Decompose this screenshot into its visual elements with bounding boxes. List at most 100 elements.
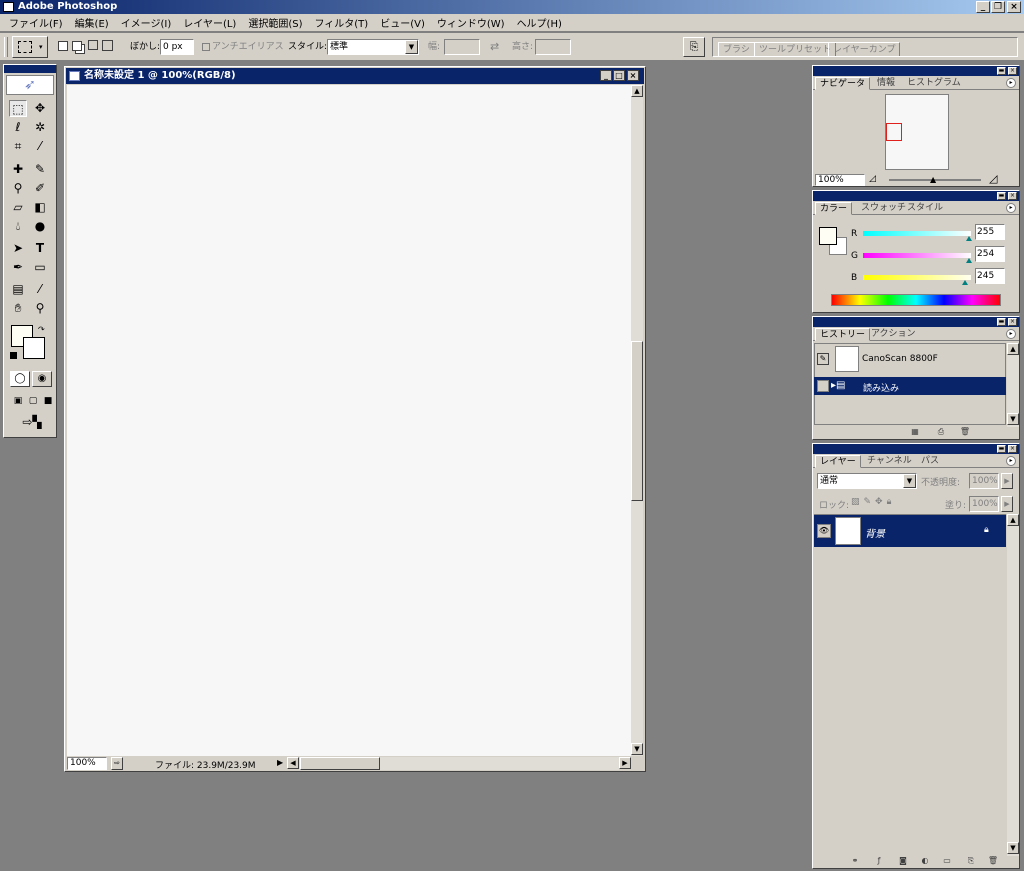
slice-tool-icon[interactable]: ⁄ bbox=[31, 138, 49, 155]
notes-tool-icon[interactable]: ▤ bbox=[9, 281, 27, 298]
zoom-tool-icon[interactable]: ⚲ bbox=[31, 300, 49, 317]
zoom-slider-handle[interactable]: ▲ bbox=[930, 175, 936, 184]
menu-window[interactable]: ウィンドウ(W) bbox=[431, 15, 511, 30]
intersect-selection-icon[interactable] bbox=[102, 40, 113, 51]
shape-tool-icon[interactable]: ▭ bbox=[31, 259, 49, 276]
lasso-tool-icon[interactable]: ℓ bbox=[9, 119, 27, 136]
default-colors-icon[interactable] bbox=[10, 352, 17, 359]
tool-preset-picker[interactable]: ▾ bbox=[12, 36, 48, 58]
delete-layer-icon[interactable]: 🗑︎ bbox=[987, 856, 999, 866]
screen-mode-full-icon[interactable]: ■ bbox=[39, 393, 57, 410]
marquee-tool-icon[interactable]: ⬚ bbox=[9, 100, 27, 117]
opacity-arrow-icon[interactable]: ▶ bbox=[1001, 473, 1013, 489]
pen-tool-icon[interactable]: ✒ bbox=[9, 259, 27, 276]
history-brush-tool-icon[interactable]: ✐ bbox=[31, 180, 49, 197]
swap-icon[interactable]: ⇄ bbox=[490, 39, 499, 55]
document-title-bar[interactable]: 名称未設定 1 @ 100%(RGB/8) _ □ × bbox=[66, 68, 644, 84]
fill-arrow-icon[interactable]: ▶ bbox=[1001, 496, 1013, 512]
color-fg-swatch[interactable] bbox=[819, 227, 837, 245]
history-brush-source-icon[interactable]: ✎ bbox=[817, 353, 829, 365]
layer-thumbnail[interactable] bbox=[835, 517, 861, 545]
doc-zoom-field[interactable]: 100% bbox=[67, 757, 107, 770]
palette-close-icon[interactable]: × bbox=[1008, 318, 1017, 326]
close-button[interactable]: × bbox=[1007, 1, 1021, 13]
history-step-label[interactable]: 読み込み bbox=[863, 381, 1024, 394]
palette-minimize-icon[interactable]: ▬ bbox=[997, 445, 1006, 453]
dock-tab-tool-presets[interactable]: ツールプリセット bbox=[754, 42, 837, 56]
navigator-thumbnail[interactable] bbox=[885, 94, 949, 170]
lock-icons[interactable]: ▧✎✥🔒︎ bbox=[851, 497, 895, 507]
scroll-down-arrow-icon[interactable]: ▼ bbox=[1007, 842, 1019, 854]
trash-icon[interactable]: 🗑︎ bbox=[959, 427, 971, 437]
layer-style-icon[interactable]: ƒ bbox=[873, 856, 885, 866]
red-slider-handle[interactable] bbox=[966, 236, 972, 241]
link-layers-icon[interactable]: ⚭ bbox=[849, 856, 861, 866]
doc-minimize-button[interactable]: _ bbox=[600, 70, 612, 81]
history-scrollbar[interactable]: ▲ ▼ bbox=[1007, 343, 1019, 427]
tab-histogram[interactable]: ヒストグラム bbox=[903, 77, 965, 90]
type-tool-icon[interactable]: T bbox=[31, 240, 49, 257]
menu-filter[interactable]: フィルタ(T) bbox=[308, 15, 374, 30]
healing-brush-tool-icon[interactable]: ✚ bbox=[9, 161, 27, 178]
scroll-right-arrow-icon[interactable]: ▶ bbox=[619, 757, 631, 769]
doc-close-button[interactable]: × bbox=[627, 70, 639, 81]
zoom-out-icon[interactable]: ◿ bbox=[869, 174, 876, 184]
doc-maximize-button[interactable]: □ bbox=[613, 70, 625, 81]
palette-minimize-icon[interactable]: ▬ bbox=[997, 318, 1006, 326]
zoom-in-icon[interactable]: ◿ bbox=[989, 172, 997, 185]
new-layer-icon[interactable]: ⎘ bbox=[965, 856, 977, 866]
menu-edit[interactable]: 編集(E) bbox=[69, 15, 115, 30]
canvas[interactable] bbox=[67, 85, 631, 756]
menu-image[interactable]: イメージ(I) bbox=[115, 15, 178, 30]
menu-file[interactable]: ファイル(F) bbox=[3, 15, 69, 30]
blue-value[interactable]: 245 bbox=[975, 268, 1005, 284]
green-slider[interactable] bbox=[863, 253, 971, 258]
dock-tab-layer-comps[interactable]: レイヤーカンプ bbox=[828, 42, 901, 56]
menu-help[interactable]: ヘルプ(H) bbox=[511, 15, 568, 30]
scroll-down-arrow-icon[interactable]: ▼ bbox=[1007, 413, 1019, 425]
menu-view[interactable]: ビュー(V) bbox=[374, 15, 431, 30]
quick-mask-mode-icon[interactable]: ◉ bbox=[32, 371, 52, 387]
tab-layers[interactable]: レイヤー bbox=[815, 455, 861, 468]
scroll-up-arrow-icon[interactable]: ▲ bbox=[1007, 514, 1019, 526]
tab-history[interactable]: ヒストリー bbox=[815, 328, 871, 341]
gradient-tool-icon[interactable]: ◧ bbox=[31, 199, 49, 216]
green-value[interactable]: 254 bbox=[975, 246, 1005, 262]
dodge-tool-icon[interactable]: ● bbox=[31, 218, 49, 235]
history-snapshot-label[interactable]: CanoScan 8800F bbox=[862, 354, 1024, 364]
path-selection-tool-icon[interactable]: ➤ bbox=[9, 240, 27, 257]
feather-logo-icon[interactable]: ➶ bbox=[6, 75, 54, 95]
crop-tool-icon[interactable]: ⌗ bbox=[9, 138, 27, 155]
palette-well-icon[interactable]: ⎘ bbox=[683, 37, 705, 57]
scroll-up-arrow-icon[interactable]: ▲ bbox=[1007, 343, 1019, 355]
red-slider[interactable] bbox=[863, 231, 971, 236]
fill-field[interactable]: 100% bbox=[969, 496, 999, 512]
snapshot-thumbnail[interactable] bbox=[835, 346, 859, 372]
blue-slider-handle[interactable] bbox=[962, 280, 968, 285]
palette-menu-icon[interactable]: ▸ bbox=[1006, 329, 1016, 339]
new-selection-icon[interactable] bbox=[58, 41, 68, 51]
palette-menu-icon[interactable]: ▸ bbox=[1006, 78, 1016, 88]
eraser-tool-icon[interactable]: ▱ bbox=[9, 199, 27, 216]
new-group-icon[interactable]: ▭ bbox=[941, 856, 953, 866]
eye-visibility-icon[interactable]: 👁︎ bbox=[817, 524, 831, 538]
blend-mode-select[interactable]: 通常 ▼ bbox=[817, 473, 917, 489]
eyedropper-tool-icon[interactable]: ⁄ bbox=[31, 281, 49, 298]
tab-actions[interactable]: アクション bbox=[867, 328, 920, 341]
palette-close-icon[interactable]: × bbox=[1008, 445, 1017, 453]
background-color-swatch[interactable] bbox=[23, 337, 45, 359]
adjustment-layer-icon[interactable]: ◐ bbox=[919, 856, 931, 866]
palette-menu-icon[interactable]: ▸ bbox=[1006, 203, 1016, 213]
menu-layer[interactable]: レイヤー(L) bbox=[177, 15, 242, 30]
width-input[interactable] bbox=[444, 39, 480, 55]
scroll-up-arrow-icon[interactable]: ▲ bbox=[631, 85, 643, 97]
tab-info[interactable]: 情報 bbox=[873, 77, 899, 90]
color-spectrum-bar[interactable] bbox=[831, 294, 1001, 306]
minimize-button[interactable]: _ bbox=[976, 1, 990, 13]
antialias-checkbox[interactable] bbox=[202, 43, 210, 51]
height-input[interactable] bbox=[535, 39, 571, 55]
style-select[interactable]: 標準 ▼ bbox=[327, 39, 419, 55]
jump-to-imageready-icon[interactable]: ⇨▚ bbox=[12, 414, 52, 431]
tab-paths[interactable]: パス bbox=[917, 455, 943, 468]
add-selection-icon[interactable] bbox=[72, 41, 82, 51]
